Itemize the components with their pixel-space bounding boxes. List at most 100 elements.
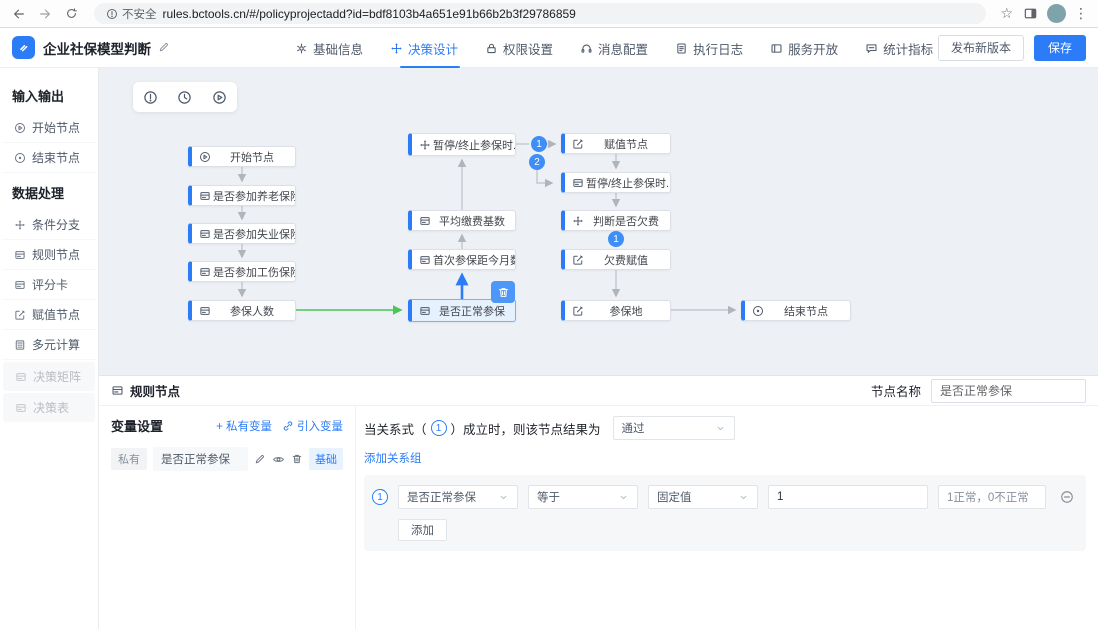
node-arrears-assign[interactable]: 欠费赋值 — [561, 249, 671, 270]
condition-operator-select[interactable]: 等于 — [528, 485, 638, 509]
security-status[interactable]: 不安全 — [106, 6, 157, 22]
node-injury-insurance[interactable]: 是否参加工伤保险 — [188, 261, 296, 282]
edit-square-icon — [14, 309, 26, 321]
tab-message-config[interactable]: 消息配置 — [580, 28, 648, 68]
palette-end-node[interactable]: 结束节点 — [2, 143, 96, 173]
edit-title-icon[interactable] — [158, 39, 170, 57]
play-circle-icon — [199, 151, 211, 163]
card-icon — [111, 384, 124, 397]
chevron-down-icon — [498, 492, 509, 503]
condition-row: 1 是否正常参保 等于 固定值 — [372, 485, 1074, 509]
branch-badge-1[interactable]: 1 — [531, 136, 547, 152]
palette-decision-matrix: 决策矩阵 — [3, 362, 95, 391]
app-logo — [12, 36, 35, 59]
refresh-icon[interactable] — [62, 5, 80, 23]
link-icon — [282, 420, 294, 432]
variable-scope-tag: 私有 — [111, 448, 147, 470]
node-name-input[interactable] — [931, 379, 1086, 403]
variable-name-field[interactable]: 是否正常参保 — [153, 447, 248, 471]
add-condition-button[interactable]: 添加 — [398, 519, 447, 541]
delete-variable-icon[interactable] — [291, 453, 303, 465]
palette-score-card[interactable]: 评分卡 — [2, 270, 96, 300]
add-private-variable-link[interactable]: + 私有变量 — [216, 418, 272, 434]
condition-variable-select[interactable]: 是否正常参保 — [398, 485, 518, 509]
rule-sentence: 当关系式（ 1 ）成立时，则该节点结果为 通过 — [364, 416, 1090, 440]
address-bar[interactable]: 不安全 rules.bctools.cn/#/policyprojectadd?… — [94, 3, 986, 24]
result-select[interactable]: 通过 — [613, 416, 735, 440]
calculator-icon — [14, 339, 26, 351]
tab-execution-log[interactable]: 执行日志 — [675, 28, 743, 68]
target-icon — [752, 305, 764, 317]
history-icon[interactable] — [177, 90, 192, 105]
palette-multi-calc[interactable]: 多元计算 — [2, 330, 96, 360]
node-insured-count[interactable]: 参保人数 — [188, 300, 296, 321]
edit-square-icon — [572, 254, 584, 266]
bookmark-star-icon[interactable]: ☆ — [1000, 5, 1013, 22]
variable-type-tag[interactable]: 基础 — [309, 448, 343, 470]
relation-badge: 1 — [431, 420, 447, 436]
palette-assign-node[interactable]: 赋值节点 — [2, 300, 96, 330]
variables-title: 变量设置 — [111, 416, 163, 435]
node-suspend-rule[interactable]: 暂停/终止参保时... — [561, 172, 671, 193]
node-end[interactable]: 结束节点 — [741, 300, 851, 321]
palette-condition-branch[interactable]: 条件分支 — [2, 210, 96, 240]
browser-menu-icon[interactable]: ⋮ — [1074, 5, 1088, 22]
node-suspend-branch[interactable]: 暂停/终止参保时... — [408, 133, 516, 156]
condition-value-input[interactable] — [768, 485, 928, 509]
condition-value-type-select[interactable]: 固定值 — [648, 485, 758, 509]
palette-rule-node[interactable]: 规则节点 — [2, 240, 96, 270]
tab-statistics[interactable]: 统计指标 — [865, 28, 933, 68]
branch-badge-2[interactable]: 2 — [529, 154, 545, 170]
palette-start-node[interactable]: 开始节点 — [2, 113, 96, 143]
run-icon[interactable] — [212, 90, 227, 105]
save-button[interactable]: 保存 — [1034, 35, 1086, 61]
cross-arrows-icon — [419, 139, 431, 151]
node-assign[interactable]: 赋值节点 — [561, 133, 671, 154]
forward-icon[interactable] — [36, 5, 54, 23]
play-circle-icon — [14, 122, 26, 134]
browser-profile-avatar[interactable] — [1047, 4, 1066, 23]
import-variable-link[interactable]: 引入变量 — [282, 418, 343, 434]
node-config-panel: 规则节点 节点名称 变量设置 + 私有变量 引入变量 — [99, 375, 1098, 629]
cross-arrows-icon — [14, 219, 26, 231]
back-icon[interactable] — [10, 5, 28, 23]
card-icon — [419, 215, 431, 227]
node-unemployment-insurance[interactable]: 是否参加失业保险 — [188, 223, 296, 244]
validate-icon[interactable] — [143, 90, 158, 105]
relation-group-box: 1 是否正常参保 等于 固定值 添加 — [364, 475, 1086, 551]
add-relation-group-link[interactable]: 添加关系组 — [364, 450, 422, 466]
tab-basic-info[interactable]: 基础信息 — [295, 28, 363, 68]
node-name-label: 节点名称 — [871, 381, 921, 400]
browser-toolbar: 不安全 rules.bctools.cn/#/policyprojectadd?… — [0, 0, 1098, 28]
node-avg-payment-base[interactable]: 平均缴费基数 — [408, 210, 516, 231]
flow-canvas[interactable]: 开始节点 是否参加养老保险 是否参加失业保险 是否参加工伤保险 参保人数 暂停/… — [99, 68, 1098, 375]
condition-remark-input[interactable] — [938, 485, 1046, 509]
card-icon — [199, 190, 211, 202]
side-panel-icon[interactable] — [1021, 5, 1039, 23]
publish-version-button[interactable]: 发布新版本 — [938, 35, 1024, 61]
palette-decision-table: 决策表 — [3, 393, 95, 422]
branch-badge-3[interactable]: 1 — [608, 231, 624, 247]
tab-permission[interactable]: 权限设置 — [485, 28, 553, 68]
edit-square-icon — [572, 305, 584, 317]
node-palette-sidebar: 输入输出 开始节点 结束节点 数据处理 条件分支 规则节点 评分卡 赋值节点 多… — [0, 68, 99, 629]
view-variable-icon[interactable] — [272, 453, 285, 466]
tab-service-open[interactable]: 服务开放 — [770, 28, 838, 68]
remove-condition-icon[interactable] — [1060, 490, 1074, 504]
chevron-down-icon — [715, 423, 726, 434]
edit-variable-icon[interactable] — [254, 453, 266, 465]
delete-node-button[interactable] — [491, 281, 515, 303]
node-start[interactable]: 开始节点 — [188, 146, 296, 167]
card-icon — [15, 371, 27, 383]
node-arrears-branch[interactable]: 判断是否欠费 — [561, 210, 671, 231]
variables-pane: 变量设置 + 私有变量 引入变量 私有 是否正常参保 基础 — [99, 406, 356, 629]
card-icon — [15, 402, 27, 414]
node-months-since-first[interactable]: 首次参保距今月数 — [408, 249, 516, 270]
tab-decision-design[interactable]: 决策设计 — [390, 28, 458, 68]
warning-icon — [106, 8, 118, 20]
node-pension-insurance[interactable]: 是否参加养老保险 — [188, 185, 296, 206]
card-icon — [199, 266, 211, 278]
card-icon — [199, 305, 211, 317]
panel-header: 规则节点 节点名称 — [99, 376, 1098, 406]
node-insured-place[interactable]: 参保地 — [561, 300, 671, 321]
